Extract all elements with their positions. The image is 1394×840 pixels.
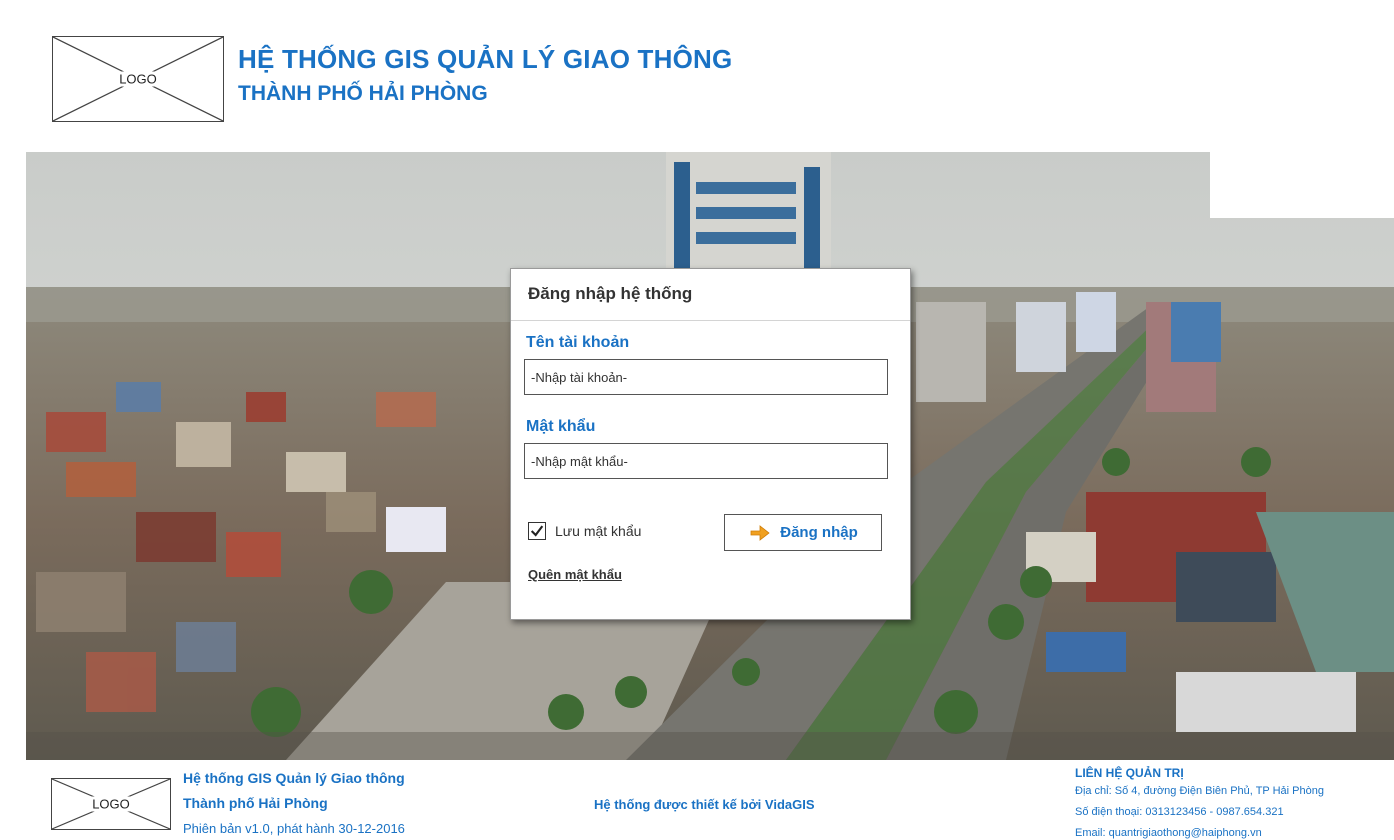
header: LOGO HỆ THỐNG GIS QUẢN LÝ GIAO THÔNG THÀ… — [26, 14, 1210, 152]
arrow-right-icon — [750, 524, 770, 541]
header-logo: LOGO — [52, 36, 224, 122]
remember-label: Lưu mật khẩu — [555, 523, 642, 539]
footer-version: Phiên bản v1.0, phát hành 30-12-2016 — [183, 821, 405, 836]
remember-checkbox[interactable] — [528, 522, 546, 540]
username-input[interactable] — [524, 359, 888, 395]
footer-logo: LOGO — [51, 778, 171, 830]
forgot-password-link[interactable]: Quên mật khẩu — [528, 567, 622, 582]
footer-contact-phone: Số điện thoại: 0313123456 - 0987.654.321 — [1075, 806, 1284, 818]
app-title: HỆ THỐNG GIS QUẢN LÝ GIAO THÔNG — [238, 44, 733, 74]
footer-logo-text: LOGO — [90, 796, 132, 812]
footer-contact-title: LIÊN HỆ QUẢN TRỊ — [1075, 766, 1184, 780]
footer-designed-by: Hệ thống được thiết kế bởi VidaGIS — [594, 797, 815, 812]
password-label: Mật khẩu — [526, 418, 596, 435]
footer: LOGO Hệ thống GIS Quản lý Giao thông Thà… — [26, 760, 1394, 840]
footer-contact-address: Địa chỉ: Số 4, đường Điện Biên Phủ, TP H… — [1075, 785, 1324, 797]
footer-city-name: Thành phố Hải Phòng — [183, 795, 328, 811]
header-logo-text: LOGO — [117, 71, 159, 87]
checkmark-icon — [530, 525, 544, 537]
login-dialog: Đăng nhập hệ thống Tên tài khoản Mật khẩ… — [510, 268, 911, 620]
app-subtitle: THÀNH PHỐ HẢI PHÒNG — [238, 82, 488, 105]
login-button[interactable]: Đăng nhập — [724, 514, 882, 551]
password-input[interactable] — [524, 443, 888, 479]
top-right-blank — [1210, 0, 1394, 218]
login-button-label: Đăng nhập — [780, 524, 858, 541]
login-dialog-title: Đăng nhập hệ thống — [511, 269, 910, 321]
footer-contact-email: Email: quantrigiaothong@haiphong.vn — [1075, 827, 1262, 839]
username-label: Tên tài khoản — [526, 334, 630, 351]
footer-system-name: Hệ thống GIS Quản lý Giao thông — [183, 770, 405, 786]
remember-password: Lưu mật khẩu — [528, 522, 641, 540]
